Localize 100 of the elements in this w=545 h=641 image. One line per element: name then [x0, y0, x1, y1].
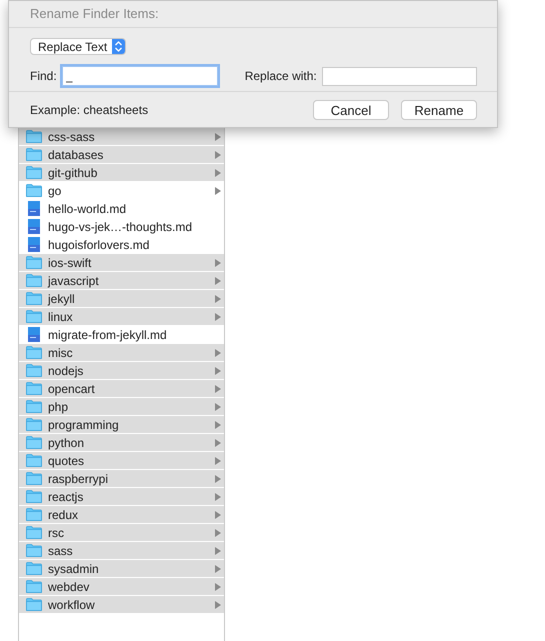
folder-icon — [26, 562, 42, 575]
folder-icon — [26, 508, 42, 521]
folder-icon — [26, 580, 42, 593]
folder-icon — [26, 184, 42, 197]
file-list-row[interactable]: ios-swift — [19, 254, 224, 272]
item-name: workflow — [48, 596, 96, 614]
disclosure-arrow-icon[interactable] — [215, 438, 221, 446]
folder-icon — [26, 472, 42, 485]
folder-icon — [26, 310, 42, 323]
folder-icon — [26, 382, 42, 395]
folder-icon — [26, 166, 42, 179]
disclosure-arrow-icon[interactable] — [215, 312, 221, 320]
item-name: migrate-from-jekyll.md — [48, 326, 168, 344]
item-name: go — [48, 182, 62, 200]
dialog-title: Rename Finder Items: — [30, 5, 159, 24]
file-list-row[interactable]: sass — [19, 542, 224, 560]
disclosure-arrow-icon[interactable] — [215, 546, 221, 554]
file-list-row[interactable]: git-github — [19, 164, 224, 182]
folder-icon — [26, 292, 42, 305]
document-icon — [28, 201, 40, 216]
item-name: redux — [48, 506, 80, 524]
file-list-row[interactable]: reactjs — [19, 488, 224, 506]
folder-icon — [26, 130, 42, 143]
folder-icon — [26, 454, 42, 467]
file-list-row[interactable]: databases — [19, 146, 224, 164]
file-list-row[interactable]: python — [19, 434, 224, 452]
disclosure-arrow-icon[interactable] — [215, 168, 221, 176]
find-label: Find: — [30, 68, 58, 85]
item-name: webdev — [48, 578, 90, 596]
folder-icon — [26, 490, 42, 503]
disclosure-arrow-icon[interactable] — [215, 600, 221, 608]
item-name: php — [48, 398, 70, 416]
disclosure-arrow-icon[interactable] — [215, 348, 221, 356]
file-list-row[interactable]: jekyll — [19, 290, 224, 308]
item-name: sass — [48, 542, 74, 560]
disclosure-arrow-icon[interactable] — [215, 366, 221, 374]
file-list-row[interactable]: nodejs — [19, 362, 224, 380]
item-name: hugoisforlovers.md — [48, 236, 150, 254]
item-name: jekyll — [48, 290, 76, 308]
file-list-row[interactable]: quotes — [19, 452, 224, 470]
item-name: hello-world.md — [48, 200, 128, 218]
disclosure-arrow-icon[interactable] — [215, 510, 221, 518]
file-list-row[interactable]: raspberrypi — [19, 470, 224, 488]
disclosure-arrow-icon[interactable] — [215, 258, 221, 266]
item-name: nodejs — [48, 362, 84, 380]
disclosure-arrow-icon[interactable] — [215, 528, 221, 536]
folder-icon — [26, 418, 42, 431]
document-icon — [28, 237, 40, 252]
folder-icon — [26, 544, 42, 557]
file-list-row[interactable]: php — [19, 398, 224, 416]
find-field[interactable]: _ — [62, 66, 218, 86]
mode-dropdown[interactable]: Replace Text — [30, 38, 126, 55]
folder-icon — [26, 346, 42, 359]
item-name: programming — [48, 416, 120, 434]
file-list-row[interactable]: opencart — [19, 380, 224, 398]
folder-icon — [26, 256, 42, 269]
disclosure-arrow-icon[interactable] — [215, 564, 221, 572]
disclosure-arrow-icon[interactable] — [215, 276, 221, 284]
disclosure-arrow-icon[interactable] — [215, 420, 221, 428]
item-name: quotes — [48, 452, 86, 470]
disclosure-arrow-icon[interactable] — [215, 150, 221, 158]
item-name: git-github — [48, 164, 98, 182]
disclosure-arrow-icon[interactable] — [215, 132, 221, 140]
stepper-arrows-icon — [112, 39, 125, 54]
folder-icon — [26, 364, 42, 377]
rename-button[interactable]: Rename — [401, 100, 477, 120]
file-list-row[interactable]: redux — [19, 506, 224, 524]
file-list-row[interactable]: sysadmin — [19, 560, 224, 578]
item-name: javascript — [48, 272, 100, 290]
disclosure-arrow-icon[interactable] — [215, 474, 221, 482]
disclosure-arrow-icon[interactable] — [215, 456, 221, 464]
folder-icon — [26, 148, 42, 161]
folder-icon — [26, 436, 42, 449]
item-name: sysadmin — [48, 560, 100, 578]
file-list-row[interactable]: webdev — [19, 578, 224, 596]
file-list-row[interactable]: css-sass — [19, 128, 224, 146]
example-text: Example: cheatsheets — [30, 102, 150, 118]
document-icon — [28, 219, 40, 234]
file-list-row[interactable]: misc — [19, 344, 224, 362]
disclosure-arrow-icon[interactable] — [215, 492, 221, 500]
replace-field[interactable] — [322, 66, 477, 86]
file-list-row[interactable]: programming — [19, 416, 224, 434]
folder-icon — [26, 274, 42, 287]
disclosure-arrow-icon[interactable] — [215, 582, 221, 590]
file-list-row[interactable]: linux — [19, 308, 224, 326]
item-name: rsc — [48, 524, 65, 542]
disclosure-arrow-icon[interactable] — [215, 384, 221, 392]
file-list-row[interactable]: javascript — [19, 272, 224, 290]
disclosure-arrow-icon[interactable] — [215, 186, 221, 194]
item-name: databases — [48, 146, 104, 164]
item-name: raspberrypi — [48, 470, 110, 488]
disclosure-arrow-icon[interactable] — [215, 294, 221, 302]
disclosure-arrow-icon[interactable] — [215, 402, 221, 410]
file-list-row[interactable]: workflow — [19, 596, 224, 614]
replace-label: Replace with: — [244, 68, 318, 85]
document-icon — [28, 327, 40, 342]
cancel-button[interactable]: Cancel — [313, 100, 389, 120]
item-name: reactjs — [48, 488, 84, 506]
item-name: hugo-vs-jek…-thoughts.md — [48, 218, 194, 236]
file-list-row[interactable]: rsc — [19, 524, 224, 542]
